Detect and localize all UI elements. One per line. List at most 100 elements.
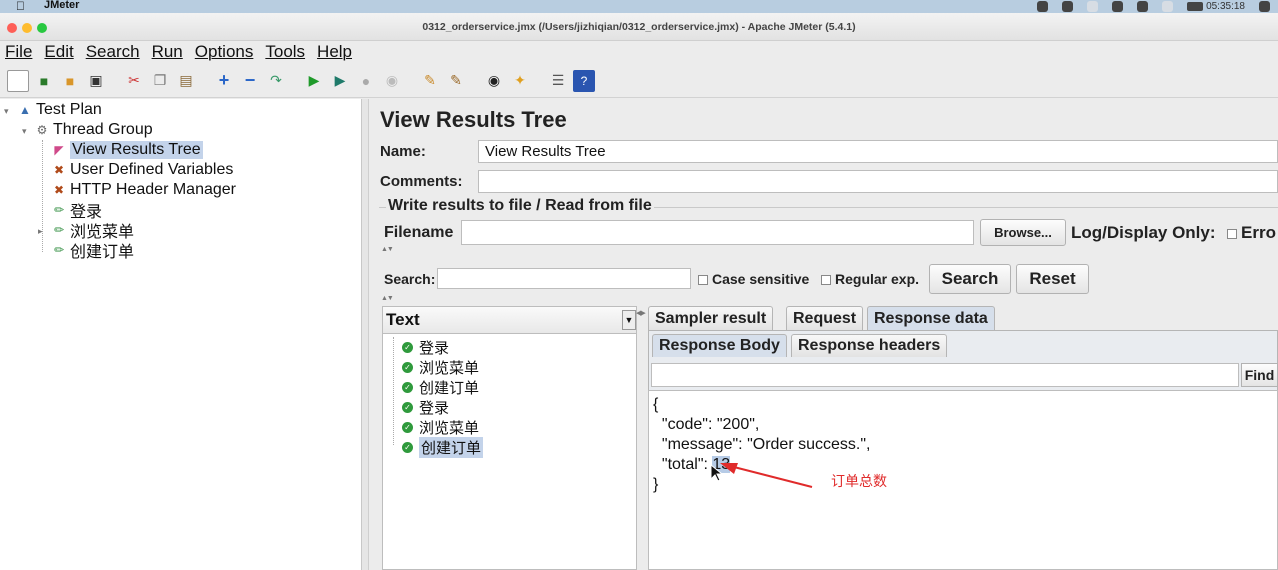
tab-response-data[interactable]: Response data <box>867 306 995 330</box>
collapsed-toggle-icon[interactable]: ▸ <box>38 226 43 237</box>
tree-node-label: Test Plan <box>36 101 102 118</box>
open-icon[interactable]: ■ <box>59 70 81 92</box>
test-plan-icon: ▲ <box>19 103 31 117</box>
menu-search[interactable]: Search <box>86 42 140 62</box>
gear-icon: ⚙ <box>36 123 48 137</box>
result-item-label: 登录 <box>419 399 450 417</box>
result-item[interactable]: ✓ 浏览菜单 <box>402 357 479 377</box>
tree-node-create-order[interactable]: ✏ 创建订单 <box>52 240 134 261</box>
result-item[interactable]: ✓ 登录 <box>402 337 449 357</box>
filename-label: Filename <box>384 224 454 241</box>
menu-tools[interactable]: Tools <box>265 42 305 62</box>
search-label: Search: <box>384 271 436 287</box>
status-icon-2[interactable] <box>1062 1 1074 12</box>
panel-title: View Results Tree <box>380 107 567 132</box>
tree-node-view-results-tree[interactable]: ◤ View Results Tree <box>52 140 203 160</box>
comments-field[interactable] <box>478 170 1278 193</box>
success-icon: ✓ <box>402 421 413 433</box>
moon-icon[interactable] <box>1087 1 1099 12</box>
toolbar: ■ ■ ▣ ✂ ❐ ▤ + − ↷ ▶ ▶ ● ◉ ✎ ✎ ◉ ✦ ☰ ? <box>0 64 1278 98</box>
collapse-grip-icon[interactable]: ▲▼ <box>381 295 394 302</box>
battery-icon <box>1187 2 1204 11</box>
start-no-pause-icon[interactable]: ▶ <box>329 70 351 92</box>
pipette-icon: ✏ <box>53 203 65 217</box>
app-name[interactable]: JMeter <box>44 0 79 11</box>
status-icon-5[interactable] <box>1259 1 1270 12</box>
save-icon[interactable]: ▣ <box>85 70 107 92</box>
shutdown-icon[interactable]: ◉ <box>381 70 403 92</box>
tree-node-browse-menu[interactable]: ✏ 浏览菜单 <box>52 220 134 241</box>
tree-connector <box>393 337 394 445</box>
cut-icon[interactable]: ✂ <box>123 70 145 92</box>
toolbar-separator <box>535 70 541 92</box>
status-icon-1[interactable] <box>1037 1 1049 12</box>
reset-button[interactable]: Reset <box>1016 264 1089 294</box>
expand-toggle-icon[interactable]: ▾ <box>22 126 27 137</box>
split-grip-icon[interactable]: ◀▶ <box>636 309 646 317</box>
regular-exp-checkbox[interactable]: Regular exp. <box>821 271 919 287</box>
toggle-icon[interactable]: ↷ <box>265 70 287 92</box>
name-label: Name: <box>380 143 426 160</box>
errors-checkbox[interactable]: Erro <box>1227 223 1276 243</box>
copy-icon[interactable]: ❐ <box>149 70 171 92</box>
apple-icon[interactable]:  <box>16 0 25 13</box>
status-icon-3[interactable] <box>1112 1 1124 12</box>
status-icon-4[interactable] <box>1137 1 1149 12</box>
toolbar-separator <box>201 70 207 92</box>
response-line: { <box>653 396 659 413</box>
find-button[interactable]: Find <box>1241 363 1278 387</box>
case-sensitive-label: Case sensitive <box>712 271 810 287</box>
clock[interactable]: 05:35:18 <box>1187 1 1245 12</box>
renderer-select[interactable]: Text ▼ <box>383 307 636 334</box>
stop-icon[interactable]: ● <box>355 70 377 92</box>
paste-icon[interactable]: ▤ <box>175 70 197 92</box>
subtab-response-body[interactable]: Response Body <box>652 334 787 357</box>
toolbar-separator <box>407 70 413 92</box>
expand-icon[interactable]: + <box>213 70 235 92</box>
help-icon[interactable]: ? <box>573 69 595 92</box>
menu-run[interactable]: Run <box>152 42 183 62</box>
find-input[interactable] <box>651 363 1239 387</box>
browse-button[interactable]: Browse... <box>980 219 1066 246</box>
result-item-label: 登录 <box>419 339 450 357</box>
regular-exp-label: Regular exp. <box>835 271 920 287</box>
result-item[interactable]: ✓ 登录 <box>402 397 449 417</box>
menu-file[interactable]: File <box>5 42 32 62</box>
search-icon[interactable]: ◉ <box>483 70 505 92</box>
result-item-selected[interactable]: ✓ 创建订单 <box>402 436 484 458</box>
tab-sampler-result[interactable]: Sampler result <box>648 306 774 330</box>
name-field[interactable]: View Results Tree <box>478 140 1278 163</box>
result-item[interactable]: ✓ 浏览菜单 <box>402 417 479 437</box>
menu-edit[interactable]: Edit <box>44 42 73 62</box>
start-icon[interactable]: ▶ <box>303 70 325 92</box>
clear-icon[interactable]: ✎ <box>419 70 441 92</box>
subtab-response-headers[interactable]: Response headers <box>791 334 948 357</box>
test-plan-tree: ▾ ▲ Test Plan ▾ ⚙ Thread Group ◤ View Re… <box>0 99 362 570</box>
tab-request[interactable]: Request <box>786 306 864 330</box>
filename-field[interactable] <box>461 220 974 245</box>
tree-node-user-defined-variables[interactable]: ✖ User Defined Variables <box>52 160 233 180</box>
reset-search-icon[interactable]: ✦ <box>509 70 531 92</box>
collapse-icon[interactable]: − <box>239 70 261 92</box>
tree-node-thread-group[interactable]: ⚙ Thread Group <box>35 120 153 140</box>
function-helper-icon[interactable]: ☰ <box>547 70 569 92</box>
pipette-icon: ✏ <box>53 243 65 257</box>
tree-node-test-plan[interactable]: ▲ Test Plan <box>18 100 102 120</box>
result-item[interactable]: ✓ 创建订单 <box>402 377 479 397</box>
pane-splitter[interactable] <box>362 99 369 570</box>
expand-toggle-icon[interactable]: ▾ <box>4 106 9 117</box>
menu-options[interactable]: Options <box>195 42 254 62</box>
menu-help[interactable]: Help <box>317 42 352 62</box>
tree-node-login[interactable]: ✏ 登录 <box>52 200 102 221</box>
case-sensitive-checkbox[interactable]: Case sensitive <box>698 271 809 287</box>
search-input[interactable] <box>437 268 691 289</box>
templates-icon[interactable]: ■ <box>33 70 55 92</box>
wifi-icon[interactable] <box>1162 1 1174 12</box>
clear-all-icon[interactable]: ✎ <box>445 70 467 92</box>
toolbar-separator <box>471 70 477 92</box>
new-icon[interactable] <box>7 69 29 92</box>
tree-node-http-header-manager[interactable]: ✖ HTTP Header Manager <box>52 180 236 200</box>
collapse-grip-icon[interactable]: ▲▼ <box>381 246 394 253</box>
chevron-down-icon[interactable]: ▼ <box>622 310 636 330</box>
search-button[interactable]: Search <box>929 264 1011 294</box>
